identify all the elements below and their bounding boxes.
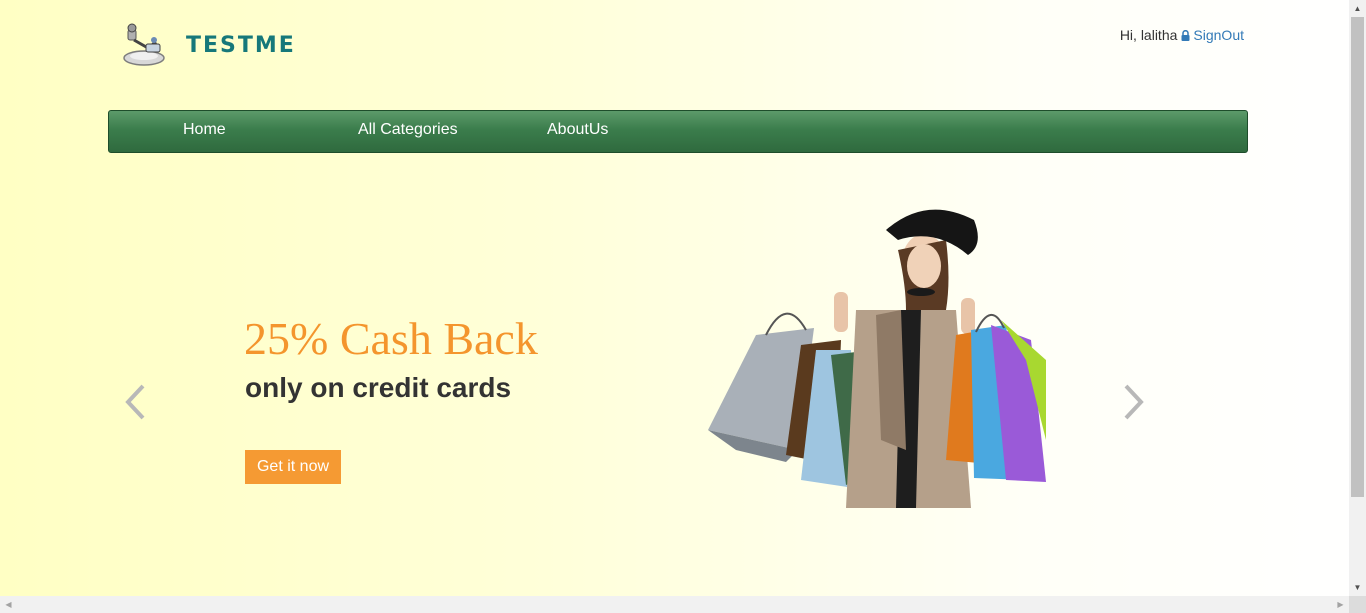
carousel-headline: 25% Cash Back <box>244 313 538 364</box>
vertical-scroll-thumb[interactable] <box>1351 17 1364 497</box>
scroll-up-icon[interactable]: ▲ <box>1349 0 1366 17</box>
user-area: Hi, lalitha SignOut <box>1120 27 1244 43</box>
scrollbar-corner <box>1349 596 1366 613</box>
nav-item-all-categories[interactable]: All Categories <box>358 121 458 139</box>
chevron-right-icon[interactable] <box>1118 380 1148 424</box>
logo-image <box>123 23 165 66</box>
logo-text: TESTME <box>186 32 296 58</box>
hero-image <box>708 209 1046 508</box>
scroll-down-icon[interactable]: ▼ <box>1349 579 1366 596</box>
nav-item-aboutus[interactable]: AboutUs <box>547 121 608 139</box>
chevron-left-icon[interactable] <box>121 380 151 424</box>
get-it-now-button[interactable]: Get it now <box>245 450 341 484</box>
horizontal-scrollbar[interactable]: ◀ ▶ <box>0 596 1349 613</box>
lock-icon <box>1181 29 1190 41</box>
signout-link[interactable]: SignOut <box>1193 27 1244 43</box>
carousel-subline: only on credit cards <box>245 372 512 403</box>
scroll-left-icon[interactable]: ◀ <box>0 596 17 613</box>
user-greeting: Hi, lalitha <box>1119 27 1178 43</box>
main-navbar: Home All Categories AboutUs <box>108 110 1248 153</box>
vertical-scrollbar[interactable]: ▲ ▼ <box>1349 0 1366 596</box>
nav-item-home[interactable]: Home <box>183 121 226 139</box>
logo[interactable]: TESTME <box>118 22 296 68</box>
scroll-right-icon[interactable]: ▶ <box>1332 596 1349 613</box>
